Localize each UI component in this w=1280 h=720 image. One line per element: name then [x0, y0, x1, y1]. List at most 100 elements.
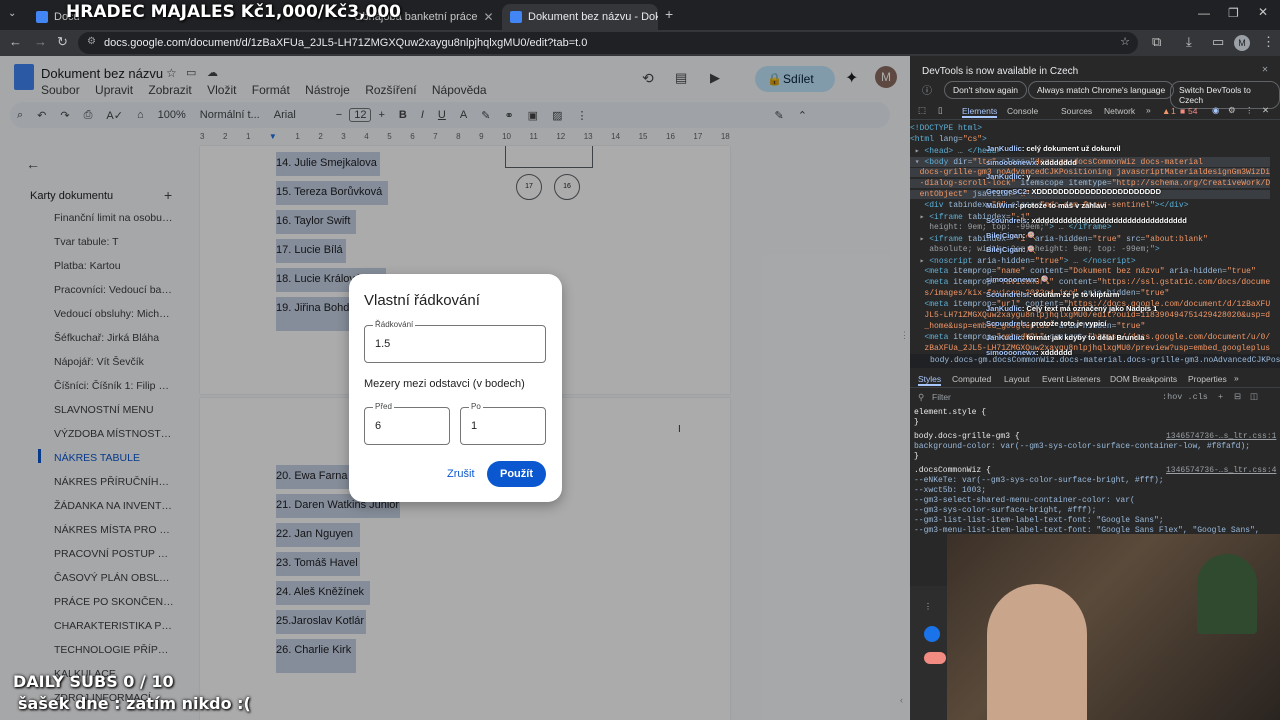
dom-breadcrumb[interactable]: body.docs-gm.docsCommonWiz.docs-material…: [910, 354, 1280, 368]
chat-text: : y: [1021, 172, 1031, 181]
new-rule-icon[interactable]: +: [1218, 391, 1223, 401]
inspect-icon[interactable]: ⬚: [918, 105, 926, 116]
tab-3-active[interactable]: Dokument bez názvu - Dokum ✕: [502, 4, 658, 30]
download-icon[interactable]: ⤓: [1186, 34, 1192, 50]
dom-line[interactable]: <meta itemprop="name" content="Dokument …: [910, 267, 1270, 276]
dom-line-selected[interactable]: docs-grille-gm3 noAdvancedCJKPositioning…: [910, 168, 1270, 177]
chat-text: : xddddddd: [1036, 158, 1077, 167]
chrome-menu-icon[interactable]: ⋮: [1262, 34, 1275, 50]
stream-banner: HRADEC MAJALES Kč1,000/Kč3,000: [66, 2, 402, 22]
spacing-heading: Mezery mezi odstavci (v bodech): [364, 378, 525, 390]
maximize-icon[interactable]: ❐: [1228, 6, 1239, 20]
tab-console[interactable]: Console: [1007, 106, 1038, 116]
more-style-tabs-icon[interactable]: »: [1234, 373, 1239, 383]
drawer-menu-icon[interactable]: ⋮: [924, 602, 932, 612]
css-source-link[interactable]: 1346574736-…s_ltr.css:4: [1166, 466, 1276, 475]
css-line[interactable]: --gm3-sys-color-surface-bright, #fff);: [914, 506, 1096, 515]
css-line[interactable]: --gm3-list-list-item-label-text-font: "G…: [914, 516, 1164, 525]
chat-user: JanKudlic: [986, 333, 1022, 342]
address-bar-row: ← → ↻ ⚙ docs.google.com/document/d/1zBaX…: [0, 30, 1280, 56]
line-spacing-value: 1.5: [375, 338, 391, 350]
chat-message: Scoundrels: protože toto je vypicí: [986, 319, 1106, 328]
chat-user: MalWinr: [986, 201, 1016, 210]
device-icon[interactable]: ▯: [938, 105, 943, 116]
docs-favicon: [36, 11, 48, 23]
dom-line-selected[interactable]: ▾ <body dir="ltr" class="docs-gm docsCom…: [910, 157, 1270, 167]
reload-icon[interactable]: ↻: [57, 34, 68, 50]
dom-line[interactable]: <html lang="cs">: [910, 135, 1270, 144]
devtools-menu-icon[interactable]: ⋮: [1245, 105, 1254, 116]
close-window-icon[interactable]: ✕: [1258, 5, 1268, 19]
sidebar-toggle-icon[interactable]: ◫: [1250, 391, 1258, 402]
tab-elements[interactable]: Elements: [962, 106, 998, 118]
dom-line[interactable]: absolute; width: 9em; height: 9em; top: …: [910, 245, 1270, 254]
dom-line[interactable]: zBaXFUa_2JL5-LH71ZMGXQuw2xaygu8nlpjhqlxg…: [910, 344, 1270, 353]
dont-show-again-button[interactable]: Don't show again: [944, 81, 1027, 99]
settings-gear-icon[interactable]: ⚙: [1228, 105, 1236, 116]
computed-toggle-icon[interactable]: ⊟: [1234, 391, 1241, 402]
css-source-link[interactable]: 1346574736-…s_ltr.css:1: [1166, 432, 1276, 441]
expand-icon[interactable]: ‹: [900, 695, 903, 705]
url-field[interactable]: ⚙ docs.google.com/document/d/1zBaXFUa_2J…: [78, 32, 1138, 54]
ai-assist-icon[interactable]: ◉: [1212, 105, 1219, 116]
close-devtools-icon[interactable]: ✕: [1262, 105, 1269, 116]
css-line[interactable]: body.docs-grille-gm3 {: [914, 432, 1020, 441]
chat-user: ScoundrelsI: [986, 290, 1029, 299]
dom-line[interactable]: <meta itemprop="faviconUrl" content="htt…: [910, 278, 1270, 287]
sasek-overlay: šašek dne : zatím nikdo :(: [18, 694, 251, 713]
cancel-button[interactable]: Zrušit: [447, 468, 475, 480]
css-line[interactable]: element.style {: [914, 408, 986, 417]
more-tabs-icon[interactable]: »: [1146, 105, 1151, 115]
css-line[interactable]: --xwct5b: 1003;: [914, 486, 986, 495]
docs-favicon: [510, 11, 522, 23]
tab-search-icon[interactable]: ⌄: [8, 8, 16, 19]
chat-message: simoooonewx: xdddddd: [986, 348, 1072, 357]
before-input[interactable]: Před 6: [364, 402, 450, 445]
extensions-icon[interactable]: ⧉: [1152, 34, 1161, 50]
bookmark-star-icon[interactable]: ☆: [1120, 35, 1130, 48]
css-line[interactable]: --eNKeTe: var(--gm3-sys-color-surface-br…: [914, 476, 1164, 485]
after-input[interactable]: Po 1: [460, 402, 546, 445]
chat-user: simoooonewx: [986, 348, 1037, 357]
chat-text: : xddddddddddddddddddddddddddddddddd: [1026, 216, 1187, 225]
chat-text: : Celý text má označený jako Nadpis 1: [1021, 304, 1158, 313]
tab-styles[interactable]: Styles: [918, 374, 942, 386]
url-text: docs.google.com/document/d/1zBaXFUa_2JL5…: [104, 37, 588, 49]
tab-dom-breakpoints[interactable]: DOM Breakpoints: [1110, 374, 1177, 384]
site-info-icon[interactable]: ⚙: [87, 36, 96, 47]
chat-user: JanKudlic: [986, 144, 1022, 153]
resize-handle[interactable]: ⋮: [900, 330, 909, 341]
close-notice-icon[interactable]: ✕: [1262, 64, 1268, 76]
see-badge[interactable]: [924, 652, 946, 664]
tab-layout[interactable]: Layout: [1004, 374, 1030, 384]
styles-filter-input[interactable]: Filter: [932, 392, 951, 402]
hov-cls-toggle[interactable]: :hov .cls: [1162, 392, 1208, 402]
tab-network[interactable]: Network: [1104, 106, 1135, 116]
css-line[interactable]: background-color: var(--gm3-sys-color-su…: [914, 442, 1250, 451]
profile-avatar[interactable]: M: [1234, 35, 1250, 51]
forward-icon[interactable]: →: [34, 34, 47, 49]
chat-user: Scoundrels: [986, 216, 1027, 225]
chat-message: BilejCigan: 🍭: [986, 245, 1037, 254]
styles-filter-row: ⚲ Filter :hov .cls + ⊟ ◫: [910, 390, 1280, 404]
sidepanel-icon[interactable]: ▭: [1212, 34, 1224, 50]
chrome-logo-icon: [924, 626, 940, 642]
apply-button[interactable]: Použít: [487, 461, 546, 487]
close-tab-icon[interactable]: ✕: [484, 10, 494, 24]
tab-properties[interactable]: Properties: [1188, 374, 1227, 384]
css-line[interactable]: --gm3-select-shared-menu-container-color…: [914, 496, 1135, 505]
line-spacing-input[interactable]: Řádkování 1.5: [364, 320, 546, 363]
chat-user: JanKudlic: [986, 172, 1022, 181]
dom-line[interactable]: <!DOCTYPE html>: [910, 124, 1270, 133]
dom-line[interactable]: ▸ <iframe tabindex="-1" aria-hidden="tru…: [910, 234, 1270, 244]
line-spacing-label: Řádkování: [373, 320, 416, 329]
css-line[interactable]: .docsCommonWiz {: [914, 466, 991, 475]
minimize-icon[interactable]: —: [1198, 6, 1210, 20]
tab-event-listeners[interactable]: Event Listeners: [1042, 374, 1101, 384]
back-icon[interactable]: ←: [9, 34, 22, 49]
new-tab-icon[interactable]: +: [665, 6, 673, 22]
tab-computed[interactable]: Computed: [952, 374, 991, 384]
tab-sources[interactable]: Sources: [1061, 106, 1092, 116]
match-language-button[interactable]: Always match Chrome's language: [1028, 81, 1175, 99]
dom-line[interactable]: ▸ <noscript aria-hidden="true"> … </nosc…: [910, 256, 1270, 266]
